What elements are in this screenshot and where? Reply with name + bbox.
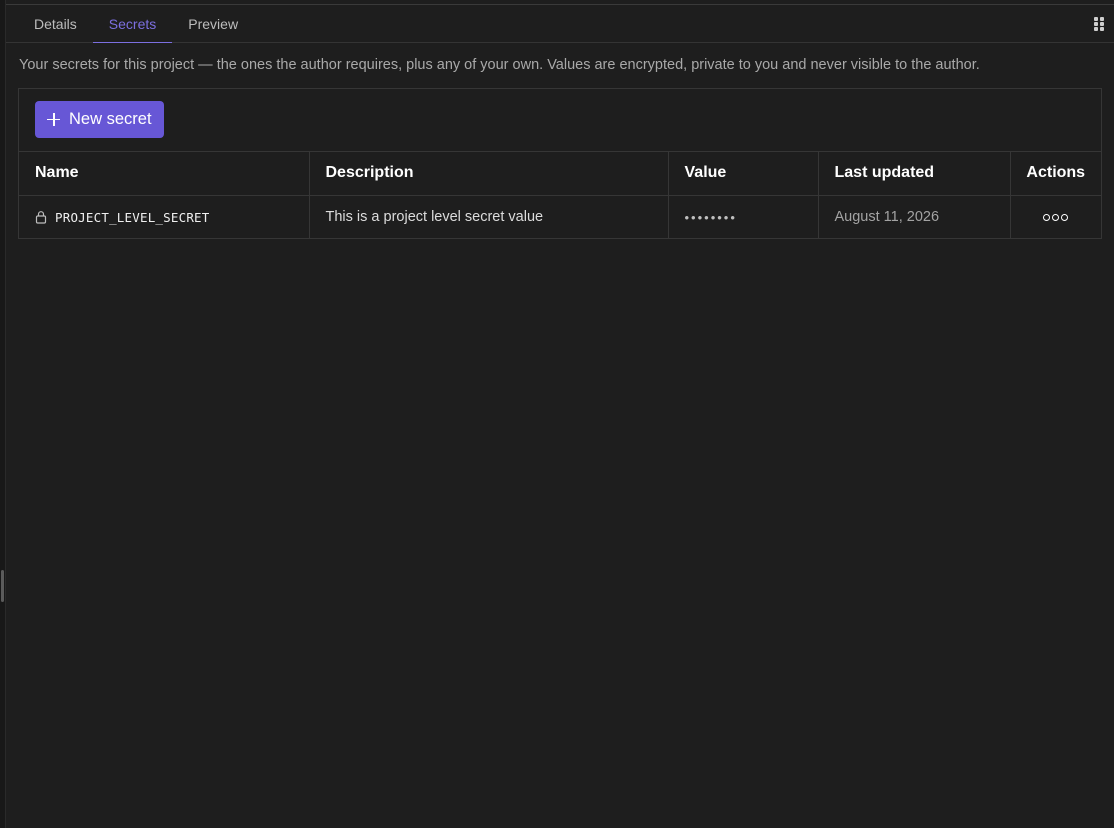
secrets-table: Name Description Value Last updated Acti… [19,152,1101,239]
tab-secrets[interactable]: Secrets [92,5,173,43]
intro-text: Your secrets for this project — the ones… [19,57,980,73]
resize-handle[interactable] [1,570,4,602]
secrets-page: Details Secrets Preview Your secrets for… [0,0,1114,828]
plus-icon [47,113,60,126]
secret-description: This is a project level secret value [309,195,669,239]
left-rail [0,0,6,828]
column-header-name: Name [19,152,310,196]
secret-last-updated: August 11, 2026 [818,195,1011,239]
column-header-last-updated: Last updated [818,152,1011,196]
tab-preview[interactable]: Preview [172,5,254,42]
table-row: PROJECT_LEVEL_SECRET This is a project l… [19,195,1101,239]
table-header-row: Name Description Value Last updated Acti… [19,152,1101,196]
secrets-panel: New secret Name Description Value Last u… [18,88,1102,239]
more-icon[interactable] [1043,214,1069,222]
secret-name-cell: PROJECT_LEVEL_SECRET [19,195,310,239]
tab-bar: Details Secrets Preview [6,5,1114,43]
tab-details[interactable]: Details [18,5,93,42]
column-header-value: Value [668,152,819,196]
column-header-actions: Actions [1010,152,1101,196]
new-secret-button[interactable]: New secret [35,101,164,138]
grip-icon[interactable] [1094,17,1104,31]
secret-value-masked: •••••••• [668,195,819,239]
lock-icon [35,211,47,224]
column-header-description: Description [309,152,669,196]
secret-name: PROJECT_LEVEL_SECRET [55,209,210,225]
new-secret-label: New secret [69,110,152,128]
secrets-toolbar: New secret [19,89,1101,152]
secret-actions-cell [1010,195,1101,239]
